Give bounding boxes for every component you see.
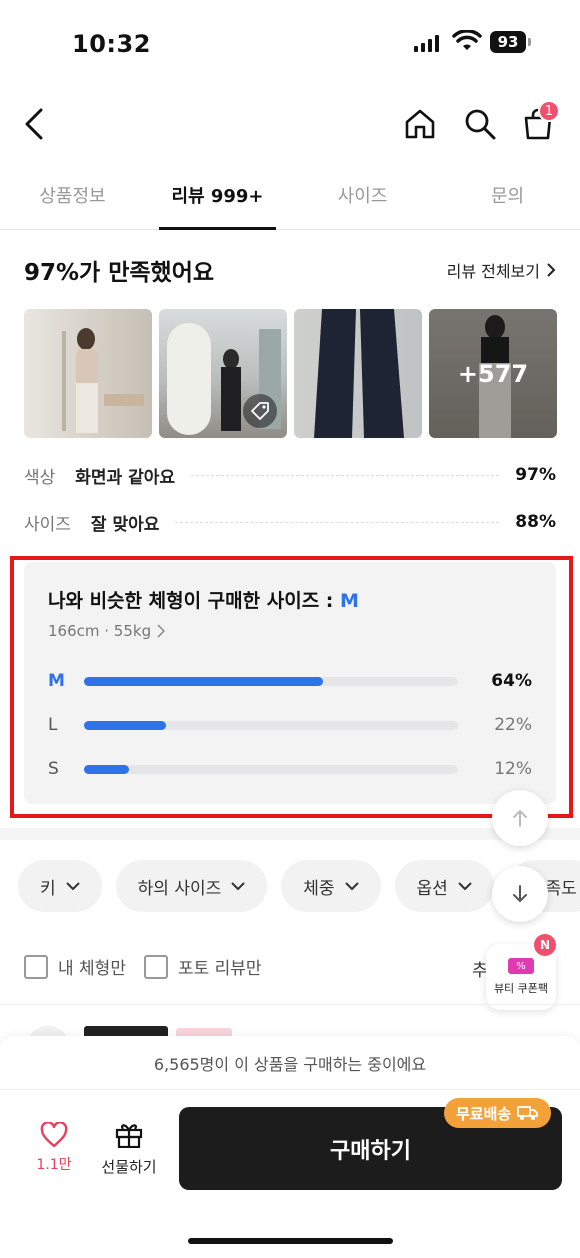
chevron-right-icon (547, 263, 556, 277)
review-checkbox-filters: 내 체형만 포토 리뷰만 (24, 954, 262, 979)
arrow-down-icon (513, 885, 527, 903)
scroll-down-button[interactable] (492, 866, 548, 922)
chevron-down-icon (231, 881, 245, 890)
filter-chip-bottom-size[interactable]: 하의 사이즈 (115, 860, 268, 912)
stat-label: 사이즈 (24, 514, 71, 535)
tab-product-info[interactable]: 상품정보 (0, 160, 145, 229)
product-tabs: 상품정보 리뷰 999+ 사이즈 문의 (0, 160, 580, 230)
free-shipping-badge: 무료배송 (444, 1098, 552, 1128)
filter-chip-option[interactable]: 옵션 (394, 860, 494, 912)
tab-reviews[interactable]: 리뷰 999+ (145, 160, 290, 230)
status-time: 10:32 (72, 30, 151, 58)
view-all-reviews-link[interactable]: 리뷰 전체보기 (447, 258, 556, 282)
review-photo[interactable] (159, 309, 287, 438)
search-button[interactable] (456, 96, 504, 152)
arrow-up-icon (513, 809, 527, 827)
heart-icon (40, 1122, 68, 1148)
wifi-icon (452, 29, 482, 56)
home-button[interactable] (396, 96, 444, 152)
gift-button[interactable]: 선물하기 (94, 1120, 164, 1177)
review-photo[interactable] (24, 309, 152, 438)
stat-value: 화면과 같아요 (75, 467, 176, 488)
cellular-signal-icon (414, 34, 439, 52)
filter-chip-weight[interactable]: 체중 (281, 860, 381, 912)
buying-now-notice: 6,565명이 이 상품을 구매하는 중이에요 (0, 1036, 580, 1090)
review-photo-more[interactable]: +577 (429, 309, 557, 438)
size-stat-row: 사이즈 잘 맞아요 88% (24, 507, 556, 537)
like-button[interactable]: 1.1만 (28, 1122, 80, 1174)
gift-icon (115, 1124, 143, 1148)
cart-button[interactable]: 1 (514, 96, 562, 152)
status-bar: 10:32 93 (0, 0, 580, 88)
search-icon (465, 109, 496, 140)
chevron-down-icon (344, 881, 359, 890)
my-body-type-checkbox[interactable]: 내 체형만 (24, 954, 126, 979)
review-photo[interactable] (294, 309, 422, 438)
tag-icon (243, 394, 277, 428)
stat-percent: 97% (515, 465, 556, 485)
color-stat-row: 색상 화면과 같아요 97% (24, 460, 556, 490)
new-badge: N (534, 934, 556, 956)
scroll-up-button[interactable] (492, 790, 548, 846)
truck-icon (517, 1106, 539, 1120)
photo-review-checkbox[interactable]: 포토 리뷰만 (143, 954, 262, 979)
coupon-label: 뷰티 쿠폰팩 (493, 982, 549, 995)
annotation-highlight-box (10, 556, 573, 818)
home-indicator (188, 1238, 393, 1244)
review-photo-strip: +577 (24, 309, 557, 438)
review-summary-header: 97%가 만족했어요 리뷰 전체보기 (24, 250, 556, 290)
chevron-down-icon (65, 881, 80, 890)
tab-size[interactable]: 사이즈 (290, 160, 435, 229)
more-photos-count: +577 (457, 359, 529, 388)
coupon-ticket-icon: % (508, 958, 534, 974)
satisfaction-title: 97%가 만족했어요 (24, 260, 215, 286)
back-button[interactable] (10, 96, 58, 152)
battery-icon: 93 (490, 31, 531, 53)
like-count: 1.1만 (36, 1157, 72, 1173)
top-nav: 1 (0, 96, 580, 156)
view-all-label: 리뷰 전체보기 (446, 262, 540, 281)
stat-value: 잘 맞아요 (90, 514, 160, 535)
tab-inquiry[interactable]: 문의 (435, 160, 580, 229)
section-divider (0, 828, 580, 840)
chevron-down-icon (458, 881, 472, 890)
stat-label: 색상 (24, 467, 56, 488)
chevron-left-icon (25, 108, 43, 140)
beauty-coupon-pack-button[interactable]: N % 뷰티 쿠폰팩 (486, 934, 556, 1010)
gift-label: 선물하기 (101, 1158, 157, 1176)
home-icon (405, 109, 435, 139)
filter-chip-height[interactable]: 키 (18, 860, 102, 912)
stat-percent: 88% (515, 512, 556, 532)
cart-count-badge: 1 (538, 100, 560, 122)
